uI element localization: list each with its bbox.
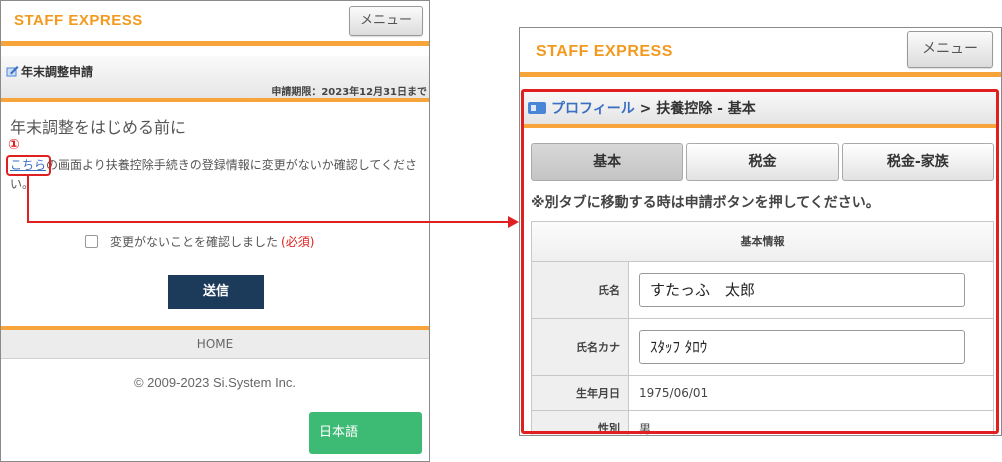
send-button[interactable]: 送信	[168, 275, 264, 309]
step-marker: ①	[8, 137, 20, 153]
brand-logo: STAFF EXPRESS	[536, 43, 673, 60]
header-divider	[520, 72, 1001, 77]
language-button[interactable]: 日本語	[309, 412, 422, 454]
link-highlight	[6, 155, 51, 176]
confirm-checkbox[interactable]	[85, 235, 98, 248]
section-title: 年末調整申請	[21, 65, 94, 79]
deadline-text: 申請期限：2023年12月31日まで	[271, 87, 427, 98]
highlight-frame	[521, 89, 999, 434]
section-divider	[1, 98, 429, 102]
instruction-rest: の画面より扶養控除手続きの登録情報に変更がないか確認してください。	[10, 158, 418, 191]
instruction-text: こちらの画面より扶養控除手続きの登録情報に変更がないか確認してください。	[10, 156, 425, 194]
menu-button[interactable]: メニュー	[907, 31, 993, 68]
header-divider	[1, 41, 429, 46]
brand-logo: STAFF EXPRESS	[14, 12, 143, 29]
confirm-label: 変更がないことを確認しました	[110, 235, 279, 249]
menu-button[interactable]: メニュー	[349, 6, 423, 36]
confirm-row: 変更がないことを確認しました (必須)	[85, 233, 314, 250]
home-link[interactable]: HOME	[1, 330, 429, 359]
page-heading: 年末調整をはじめる前に	[10, 118, 187, 137]
required-label: (必須)	[281, 235, 315, 249]
section-header: 年末調整申請 申請期限：2023年12月31日まで	[1, 56, 429, 98]
left-mobile-screen: STAFF EXPRESS メニュー 年末調整申請 申請期限：2023年12月3…	[0, 0, 430, 462]
right-mobile-screen: STAFF EXPRESS メニュー プロフィール > 扶養控除 - 基本 基本…	[519, 27, 1002, 436]
pencil-icon	[6, 66, 19, 77]
copyright-text: © 2009-2023 Si.System Inc.	[133, 375, 297, 390]
